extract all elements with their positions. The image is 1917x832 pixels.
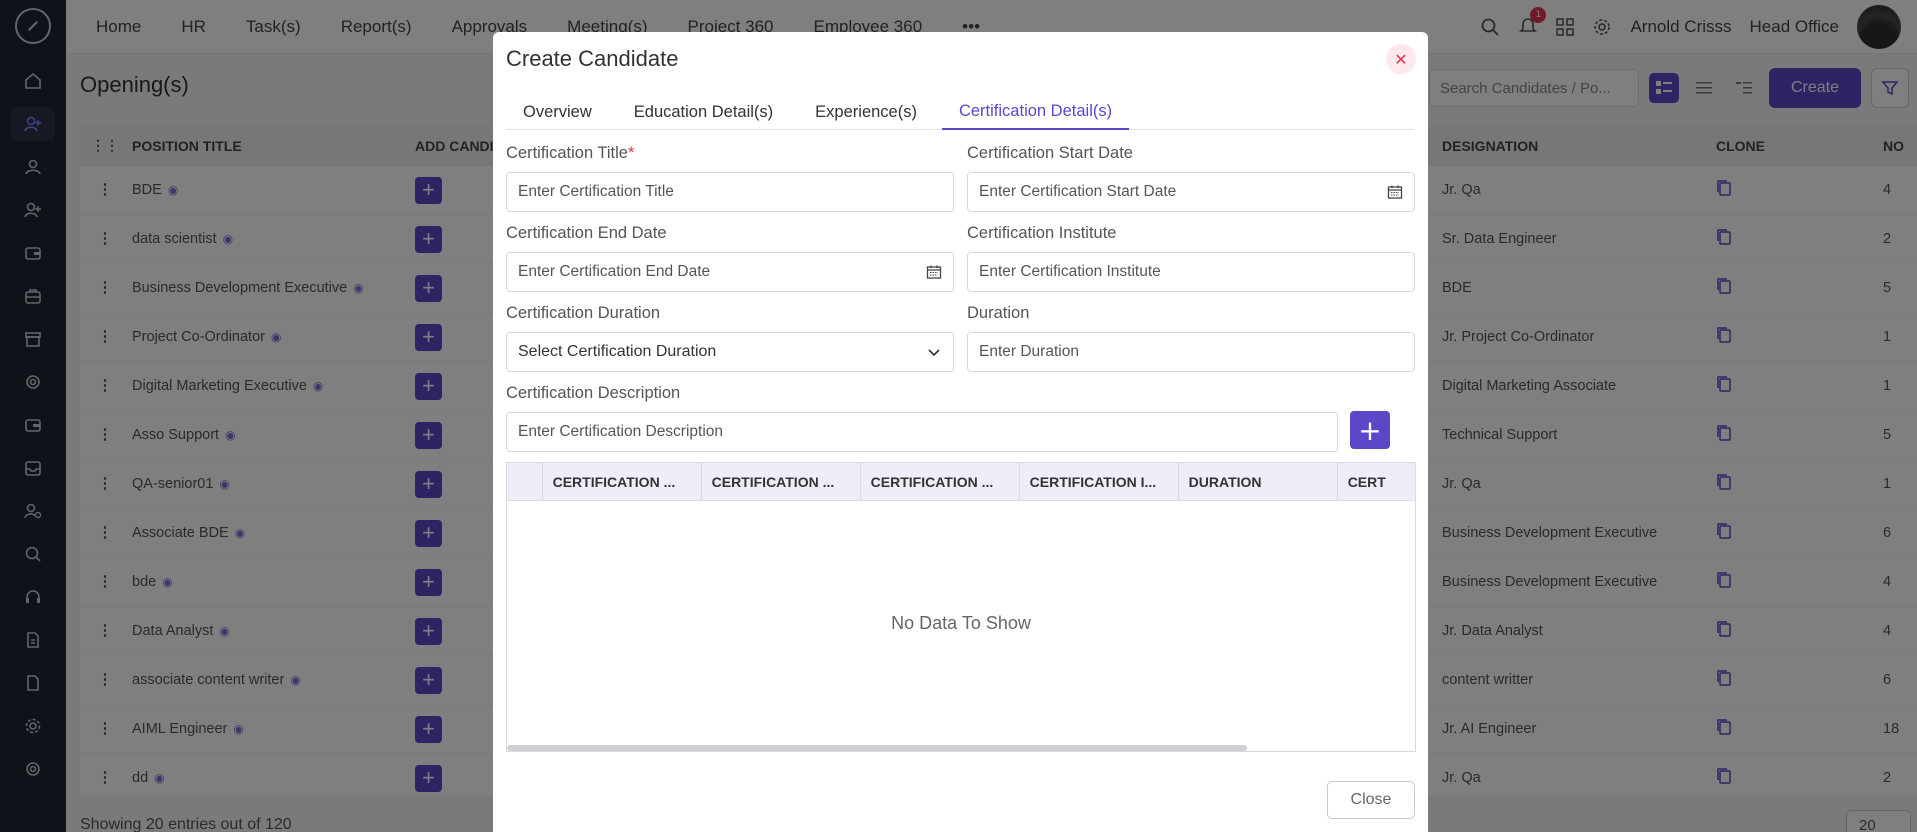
close-button[interactable]: Close: [1327, 781, 1415, 819]
cert-description-input[interactable]: Enter Certification Description: [506, 412, 1338, 452]
cert-end-date-input[interactable]: Enter Certification End Date: [506, 252, 954, 292]
calendar-icon[interactable]: [926, 264, 942, 280]
tab-experiences[interactable]: Experience(s): [798, 94, 934, 130]
cert-duration-placeholder: Select Certification Duration: [518, 343, 717, 360]
cert-title-placeholder: Enter Certification Title: [518, 183, 674, 200]
tab-certification-details[interactable]: Certification Detail(s): [941, 94, 1130, 130]
grid-header-cert-start[interactable]: CERTIFICATION ...: [702, 463, 861, 500]
grid-header-duration[interactable]: DURATION: [1179, 463, 1338, 500]
cert-institute-input[interactable]: Enter Certification Institute: [967, 252, 1415, 292]
cert-desc-label: Certification Description: [506, 384, 681, 402]
tab-education-details[interactable]: Education Detail(s): [617, 94, 790, 130]
duration-placeholder: Enter Duration: [979, 343, 1079, 360]
cert-duration-select[interactable]: Select Certification Duration: [506, 332, 954, 372]
grid-header-cert-title[interactable]: CERTIFICATION ...: [543, 463, 702, 500]
calendar-icon[interactable]: [1387, 184, 1403, 200]
certification-grid: CERTIFICATION ... CERTIFICATION ... CERT…: [506, 462, 1416, 752]
empty-state-text: No Data To Show: [891, 613, 1031, 633]
cert-start-date-input[interactable]: Enter Certification Start Date: [967, 172, 1415, 212]
grid-header-cert-institute[interactable]: CERTIFICATION I...: [1020, 463, 1179, 500]
duration-label: Duration: [967, 304, 1030, 322]
chevron-down-icon: [928, 349, 940, 357]
cert-end-label: Certification End Date: [506, 224, 667, 242]
cert-title-label-text: Certification Title: [506, 144, 628, 162]
cert-start-label: Certification Start Date: [967, 144, 1133, 162]
modal-title: Create Candidate: [506, 46, 679, 71]
close-icon[interactable]: ✕: [1386, 44, 1416, 74]
add-certification-button[interactable]: +: [1350, 411, 1390, 449]
grid-header-spacer: [507, 463, 543, 500]
cert-desc-placeholder: Enter Certification Description: [518, 423, 724, 440]
tab-overview[interactable]: Overview: [506, 94, 609, 130]
grid-header-cert-end[interactable]: CERTIFICATION ...: [861, 463, 1020, 500]
cert-title-input[interactable]: Enter Certification Title: [506, 172, 954, 212]
grid-header: CERTIFICATION ... CERTIFICATION ... CERT…: [507, 463, 1415, 501]
modal-tabs: Overview Education Detail(s) Experience(…: [506, 94, 1414, 130]
horizontal-scrollbar[interactable]: [507, 745, 1247, 751]
grid-header-cert-more[interactable]: CERT: [1338, 463, 1415, 500]
required-asterisk: *: [627, 144, 635, 162]
cert-duration-label: Certification Duration: [506, 304, 661, 322]
create-candidate-modal: Create Candidate ✕ Overview Education De…: [493, 32, 1428, 832]
cert-institute-placeholder: Enter Certification Institute: [979, 263, 1161, 280]
cert-title-label: Certification Title*: [506, 144, 634, 163]
cert-end-placeholder: Enter Certification End Date: [518, 263, 711, 280]
cert-start-placeholder: Enter Certification Start Date: [979, 183, 1177, 200]
duration-input[interactable]: Enter Duration: [967, 332, 1415, 372]
cert-institute-label: Certification Institute: [967, 224, 1117, 242]
